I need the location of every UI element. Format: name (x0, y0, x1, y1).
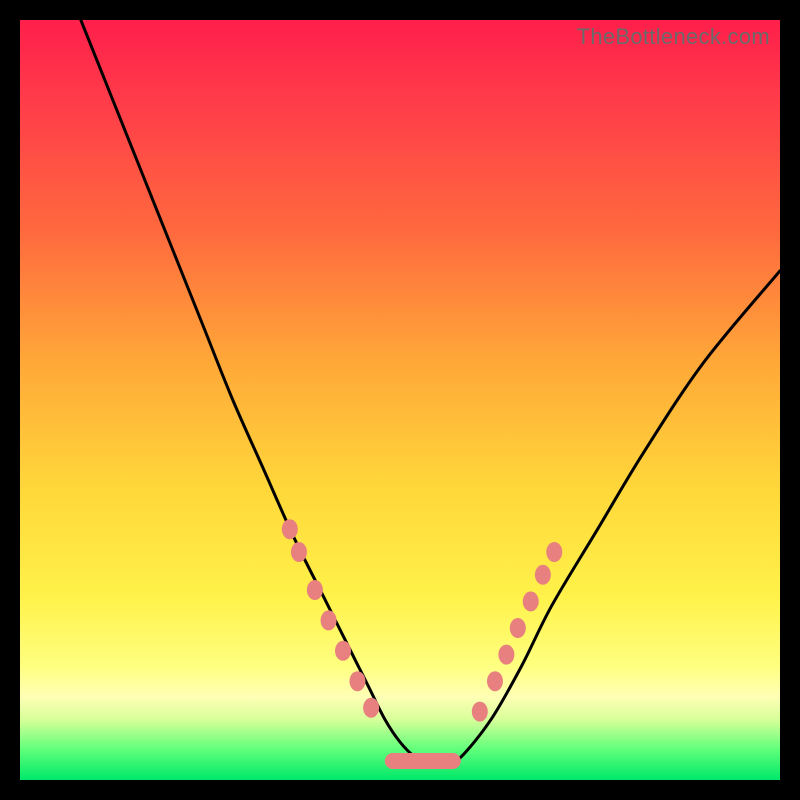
curve-marker (321, 610, 337, 630)
chart-frame: TheBottleneck.com (0, 0, 800, 800)
curve-marker (335, 641, 351, 661)
curve-marker (282, 519, 298, 539)
curve-marker (510, 618, 526, 638)
curve-marker (291, 542, 307, 562)
curve-marker (349, 671, 365, 691)
curve-marker (498, 645, 514, 665)
plot-area: TheBottleneck.com (20, 20, 780, 780)
bottleneck-curve-svg (20, 20, 780, 780)
curve-marker (363, 698, 379, 718)
curve-marker (472, 702, 488, 722)
bottleneck-curve (81, 20, 780, 766)
trough-band (385, 753, 461, 769)
curve-marker (546, 542, 562, 562)
curve-marker (535, 565, 551, 585)
curve-marker (487, 671, 503, 691)
curve-marker (523, 591, 539, 611)
curve-marker (307, 580, 323, 600)
